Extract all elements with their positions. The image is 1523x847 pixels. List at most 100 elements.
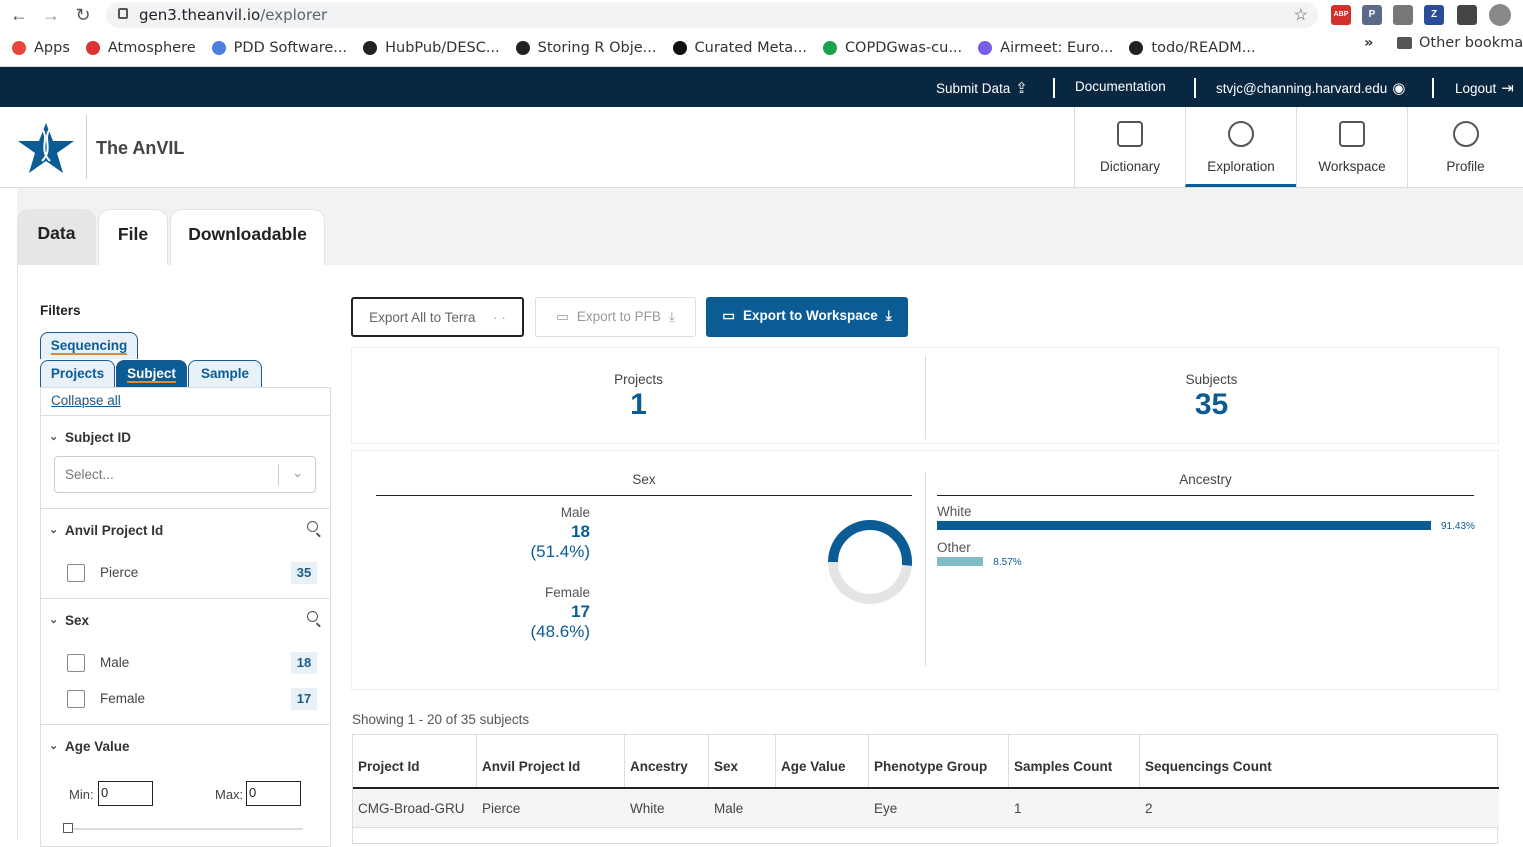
range-slider-handle[interactable] (63, 823, 73, 833)
bookmarks-bar: Apps Atmosphere PDD Software... HubPub/DESC… (0, 35, 1523, 61)
p-extension-icon[interactable]: P (1362, 5, 1382, 25)
circle-extension-icon[interactable] (1393, 5, 1413, 25)
submit-data-link[interactable]: Submit Data ⇪ (936, 79, 1028, 97)
checkbox[interactable] (67, 564, 85, 582)
favicon-icon (515, 41, 530, 55)
reload-icon[interactable]: ↻ (72, 4, 94, 26)
tab-file[interactable]: File (98, 209, 168, 265)
nav-exploration[interactable]: Exploration (1185, 107, 1296, 187)
export-workspace-button[interactable]: ▭ Export to Workspace ⤓ (706, 297, 908, 337)
bookmark-airmeet[interactable]: Airmeet: Euro... (978, 40, 1113, 56)
user-circle-icon: ◉ (1392, 80, 1406, 97)
browser-chrome: ← → ↻ gen3.theanvil.io/explorer ☆ ABP P Z … (0, 0, 1523, 67)
female-label: Female (544, 585, 590, 600)
adblock-icon[interactable]: ABP (1331, 5, 1351, 25)
max-label: Max: (215, 787, 244, 802)
export-terra-button[interactable]: Export All to Terra · · (351, 297, 524, 337)
filter-section-header[interactable]: ⌄ Sex (49, 613, 89, 628)
forward-arrow-icon[interactable]: → (40, 4, 62, 26)
lock-icon (118, 8, 128, 19)
filter-section-header[interactable]: ⌄ Age Value (49, 739, 130, 754)
table-cell: Pierce (482, 801, 521, 816)
age-max-input[interactable]: 0 (246, 781, 301, 806)
filter-list: Collapse all ⌄ Subject ID Select... ⌄ ⌄ An… (40, 387, 331, 847)
checkbox[interactable] (67, 690, 85, 708)
tab-data[interactable]: Data (17, 209, 96, 265)
tab-sample[interactable]: Sample (188, 360, 262, 387)
column-header[interactable]: Anvil Project Id (477, 735, 625, 787)
bookmark-hubpub[interactable]: HubPub/DESC... (363, 40, 500, 56)
column-header[interactable]: Age Value (776, 735, 869, 787)
table-cell: Male (714, 801, 744, 816)
profile-icon (1452, 121, 1479, 147)
collapse-all-link[interactable]: Collapse all (51, 393, 121, 408)
workspace-icon (1339, 121, 1365, 147)
avatar[interactable] (1489, 4, 1511, 26)
checkbox[interactable] (67, 654, 85, 672)
male-label: Male (560, 505, 590, 520)
documentation-link[interactable]: Documentation (1075, 79, 1166, 94)
column-header[interactable]: Sequencings Count (1140, 735, 1499, 787)
bookmark-pdd[interactable]: PDD Software... (211, 40, 347, 56)
column-header[interactable]: Project Id (353, 735, 477, 787)
bookmark-curated-meta[interactable]: Curated Meta... (672, 40, 807, 56)
column-header[interactable]: Samples Count (1009, 735, 1140, 787)
download-icon: ⤓ (885, 308, 892, 323)
user-email[interactable]: stvjc@channing.harvard.edu ◉ (1216, 79, 1405, 97)
favicon-icon (672, 41, 687, 55)
filter-section-header[interactable]: ⌄ Subject ID (49, 430, 131, 445)
column-header[interactable]: Ancestry (625, 735, 709, 787)
filter-section-header[interactable]: ⌄ Anvil Project Id (49, 523, 163, 538)
search-icon[interactable] (307, 611, 318, 622)
column-header[interactable]: Phenotype Group (869, 735, 1009, 787)
min-label: Min: (69, 787, 94, 802)
explorer-page: Data File Downloadable Filters Sequencin… (17, 188, 1523, 847)
chevron-down-icon: ⌄ (49, 431, 59, 443)
tab-projects[interactable]: Projects (40, 360, 115, 387)
table-cell: 2 (1145, 801, 1153, 816)
filter-age-value: ⌄ Age Value Min: 0 Max: 0 (41, 724, 330, 844)
table-row[interactable] (353, 789, 1499, 827)
anvil-logo[interactable] (16, 121, 76, 175)
divider (1194, 78, 1196, 98)
divider (937, 495, 1474, 496)
bookmarks-more-button[interactable]: » (1364, 35, 1373, 51)
address-bar[interactable]: gen3.theanvil.io/explorer ☆ (106, 2, 1318, 28)
tab-sequencing[interactable]: Sequencing (40, 332, 138, 359)
table-row[interactable] (353, 827, 1499, 845)
ancestry-bar[interactable] (937, 557, 984, 566)
results-count: Showing 1 - 20 of 35 subjects (352, 712, 530, 727)
ancestry-chart-title: Ancestry (1179, 472, 1232, 487)
favicon-icon (12, 41, 26, 55)
export-pfb-button[interactable]: ▭ Export to PFB ⤓ (535, 297, 696, 337)
bookmark-copdgwas[interactable]: COPDGwas-cu... (822, 40, 962, 56)
bookmark-storing-r[interactable]: Storing R Obje... (515, 40, 657, 56)
subject-id-select[interactable]: Select... ⌄ (54, 456, 316, 493)
count-badge: 35 (291, 562, 317, 584)
ancestry-bar-value: 91.43% (1441, 521, 1475, 532)
search-icon[interactable] (307, 521, 318, 532)
other-bookmarks[interactable]: Other bookmar (1397, 35, 1523, 51)
tab-subject[interactable]: Subject (116, 360, 187, 387)
chevron-down-icon: ⌄ (292, 465, 303, 480)
divider (86, 115, 87, 179)
back-arrow-icon[interactable]: ← (8, 4, 30, 26)
bookmark-apps[interactable]: Apps (12, 40, 70, 56)
range-slider-track[interactable] (73, 828, 303, 830)
bookmark-atmosphere[interactable]: Atmosphere (85, 40, 196, 56)
nav-workspace[interactable]: Workspace (1296, 107, 1407, 187)
tab-downloadable[interactable]: Downloadable (170, 209, 325, 265)
table-cell: CMG-Broad-GRU (358, 801, 465, 816)
puzzle-icon[interactable] (1457, 5, 1477, 25)
column-header[interactable]: Sex (709, 735, 776, 787)
ancestry-bar[interactable] (937, 521, 1431, 530)
nav-profile[interactable]: Profile (1407, 107, 1523, 187)
bookmark-todo[interactable]: todo/READM... (1129, 40, 1256, 56)
chevron-down-icon: ⌄ (49, 524, 59, 536)
bookmark-star-icon[interactable]: ☆ (1294, 5, 1308, 25)
age-min-input[interactable]: 0 (98, 781, 153, 806)
nav-dictionary[interactable]: Dictionary (1074, 107, 1185, 187)
site-header: The AnVIL Dictionary Exploration Workspa… (0, 107, 1523, 188)
zotero-icon[interactable]: Z (1424, 5, 1444, 25)
logout-link[interactable]: Logout ⇥ (1455, 79, 1514, 97)
